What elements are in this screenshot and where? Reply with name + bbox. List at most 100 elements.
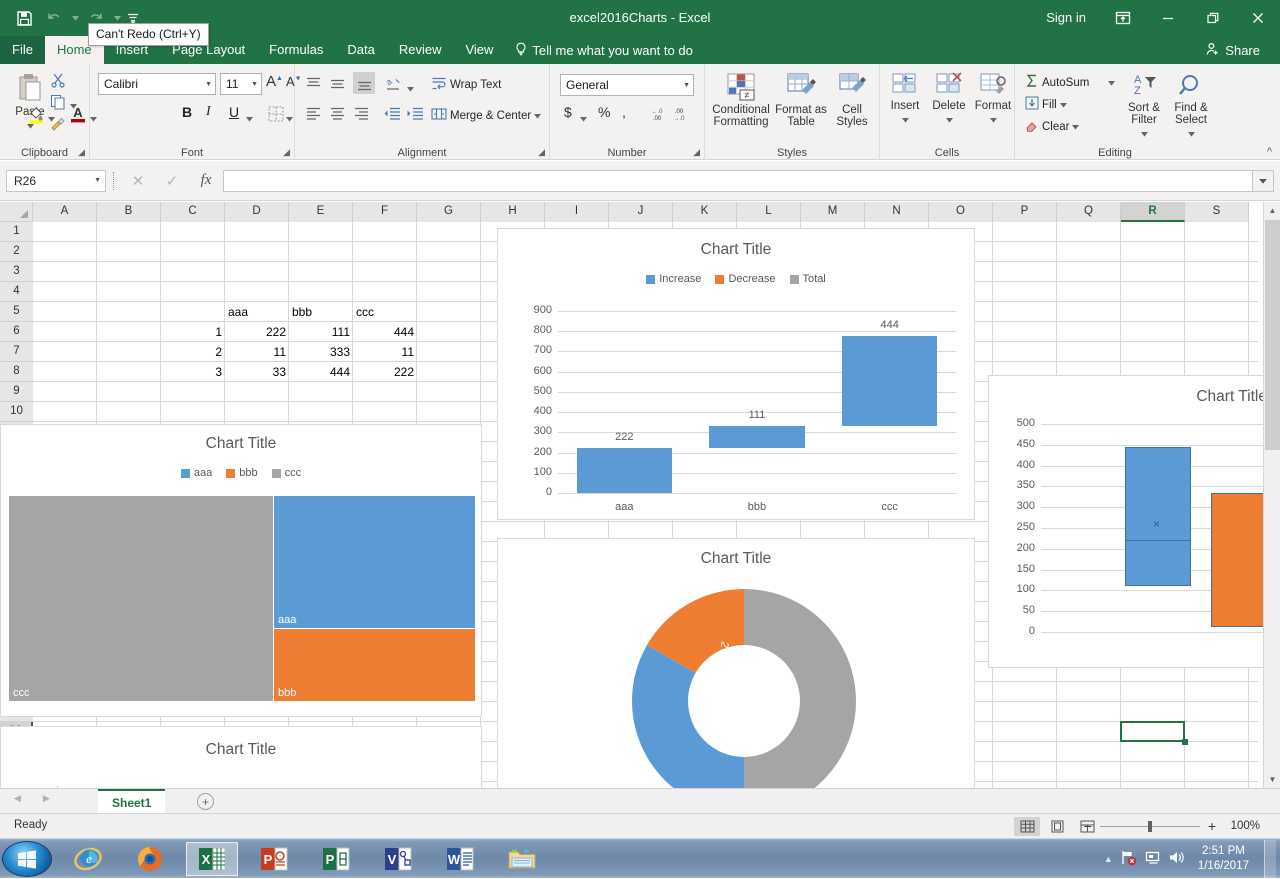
decrease-decimal-icon[interactable]: .00→.0: [670, 106, 688, 122]
taskbar-item-visio[interactable]: V: [372, 842, 424, 876]
find-dropdown-caret[interactable]: [1188, 126, 1195, 140]
cell-C6[interactable]: 1: [161, 322, 225, 342]
bar-bbb[interactable]: [709, 426, 805, 448]
align-center-icon[interactable]: [329, 106, 346, 121]
font-name-input[interactable]: Calibri ▼: [98, 73, 216, 95]
taskbar-item-internet-explorer[interactable]: e: [62, 842, 114, 876]
format-as-table-button[interactable]: Format as Table: [775, 72, 827, 128]
column-header-m[interactable]: M: [801, 202, 865, 222]
align-left-icon[interactable]: [305, 106, 322, 121]
row-header-9[interactable]: 9: [0, 382, 33, 402]
insert-function-icon[interactable]: fx: [189, 169, 223, 193]
row-header-5[interactable]: 5: [0, 302, 33, 322]
windows-start-icon[interactable]: [2, 841, 52, 877]
normal-view-icon[interactable]: [1014, 817, 1040, 836]
comma-button[interactable]: ,: [622, 104, 626, 120]
column-header-p[interactable]: P: [993, 202, 1057, 222]
column-header-i[interactable]: I: [545, 202, 609, 222]
add-sheet-button[interactable]: +: [197, 793, 214, 810]
column-header-b[interactable]: B: [97, 202, 161, 222]
column-header-g[interactable]: G: [417, 202, 481, 222]
taskbar-item-file-explorer[interactable]: [496, 842, 548, 876]
decrease-indent-icon[interactable]: [383, 106, 401, 121]
merge-dropdown-caret[interactable]: [534, 110, 541, 122]
legend-item-bbb[interactable]: bbb: [226, 467, 257, 479]
selected-cell-outline[interactable]: [1120, 721, 1185, 742]
name-box[interactable]: R26 ▼: [6, 170, 106, 192]
chart-doughnut[interactable]: Chart Title 3 1 2: [497, 538, 975, 788]
column-header-s[interactable]: S: [1185, 202, 1249, 222]
format-cells-button[interactable]: Format: [972, 72, 1014, 126]
column-header-l[interactable]: L: [737, 202, 801, 222]
share-button[interactable]: Share: [1194, 36, 1272, 64]
number-dialog-launcher[interactable]: ◢: [693, 147, 700, 158]
vertical-scroll-thumb[interactable]: [1265, 220, 1280, 450]
volume-icon[interactable]: [1168, 849, 1185, 869]
sign-in-button[interactable]: Sign in: [1032, 0, 1100, 36]
alignment-dialog-launcher[interactable]: ◢: [538, 147, 545, 158]
cell-C8[interactable]: 3: [161, 362, 225, 382]
cell-E6[interactable]: 111: [289, 322, 353, 342]
underline-dropdown-caret[interactable]: [246, 111, 253, 125]
tab-file[interactable]: File: [0, 36, 45, 64]
row-header-10[interactable]: 10: [0, 402, 33, 422]
cell-D7[interactable]: 11: [225, 342, 289, 362]
legend-item-aaa[interactable]: aaa: [181, 467, 212, 479]
font-color-dropdown-caret[interactable]: [90, 111, 97, 125]
column-header-a[interactable]: A: [33, 202, 97, 222]
column-header-c[interactable]: C: [161, 202, 225, 222]
row-header-3[interactable]: 3: [0, 262, 33, 282]
column-header-e[interactable]: E: [289, 202, 353, 222]
taskbar-item-firefox[interactable]: [124, 842, 176, 876]
sheet-tab-sheet1[interactable]: Sheet1: [98, 789, 165, 814]
cell-F6[interactable]: 444: [353, 322, 417, 342]
wrap-text-button[interactable]: Wrap Text: [431, 76, 501, 94]
delete-cells-button[interactable]: Delete: [928, 72, 970, 126]
previous-sheet-icon[interactable]: ◀: [14, 793, 21, 804]
cell-E7[interactable]: 333: [289, 342, 353, 362]
zoom-in-button[interactable]: +: [1208, 818, 1216, 834]
column-header-d[interactable]: D: [225, 202, 289, 222]
clear-dropdown-caret[interactable]: [1072, 121, 1079, 133]
formula-input[interactable]: [223, 170, 1252, 192]
legend-item-ccc[interactable]: ccc: [272, 467, 302, 479]
fill-button[interactable]: Fill: [1025, 96, 1067, 113]
zoom-out-button[interactable]: −: [1084, 818, 1092, 834]
tell-me-box[interactable]: Tell me what you want to do: [505, 36, 702, 64]
taskbar-clock[interactable]: 2:51 PM 1/16/2017: [1192, 844, 1255, 874]
tab-view[interactable]: View: [453, 36, 505, 64]
collapse-ribbon-icon[interactable]: ^: [1267, 146, 1272, 158]
tab-review[interactable]: Review: [387, 36, 454, 64]
orientation-icon[interactable]: a: [385, 76, 403, 92]
column-header-h[interactable]: H: [481, 202, 545, 222]
show-hidden-icons-icon[interactable]: ▲: [1104, 854, 1113, 864]
align-middle-icon[interactable]: [329, 76, 346, 91]
borders-icon[interactable]: [268, 106, 284, 122]
underline-button[interactable]: U: [229, 104, 239, 120]
delete-dropdown-caret[interactable]: [946, 112, 953, 126]
number-format-select[interactable]: General ▼: [560, 74, 694, 96]
sort-filter-button[interactable]: AZ Sort & Filter: [1120, 72, 1168, 140]
treemap-tile-aaa[interactable]: aaa: [274, 496, 475, 628]
format-dropdown-caret[interactable]: [990, 112, 997, 126]
fill-color-dropdown-caret[interactable]: [48, 111, 55, 125]
font-dialog-launcher[interactable]: ◢: [283, 147, 290, 158]
zoom-slider[interactable]: [1100, 826, 1200, 827]
column-header-o[interactable]: O: [929, 202, 993, 222]
autosum-button[interactable]: AutoSum: [1025, 74, 1115, 91]
scroll-up-arrow[interactable]: ▲: [1264, 202, 1280, 219]
tab-formulas[interactable]: Formulas: [257, 36, 335, 64]
column-header-r[interactable]: R: [1121, 202, 1185, 222]
merge-center-button[interactable]: Merge & Center: [431, 107, 541, 124]
ribbon-display-options-icon[interactable]: [1100, 0, 1145, 36]
minimize-icon[interactable]: [1145, 0, 1190, 36]
cell-D8[interactable]: 33: [225, 362, 289, 382]
row-header-2[interactable]: 2: [0, 242, 33, 262]
next-sheet-icon[interactable]: ▶: [43, 793, 50, 804]
cell-F5[interactable]: ccc: [353, 302, 417, 322]
chart-box-whisker[interactable]: Chart Title 0501001502002503003504004505…: [988, 375, 1278, 668]
cut-icon[interactable]: [50, 72, 66, 88]
fill-handle[interactable]: [1182, 739, 1188, 745]
cell-E8[interactable]: 444: [289, 362, 353, 382]
currency-button[interactable]: $: [564, 104, 572, 120]
